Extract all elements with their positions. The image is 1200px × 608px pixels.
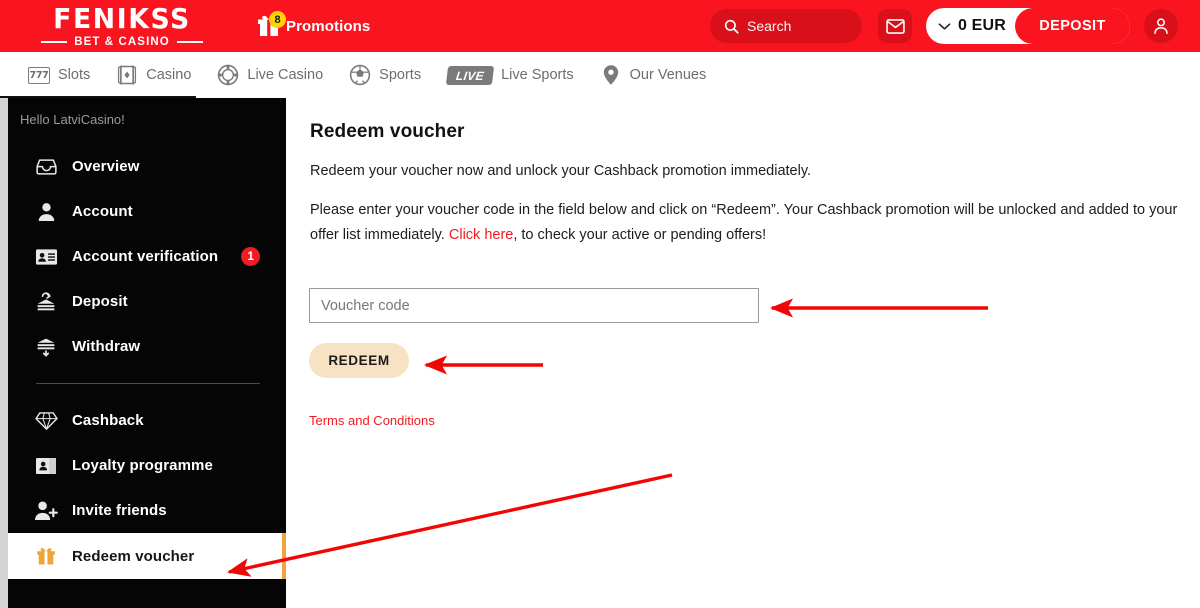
sidebar-label-account-verification: Account verification — [72, 248, 219, 265]
left-gutter — [0, 98, 8, 608]
sidebar-item-redeem-voucher[interactable]: Redeem voucher — [8, 533, 286, 579]
balance-amount: 0 EUR — [957, 17, 1007, 34]
gift-icon: 8 — [256, 11, 286, 38]
main-navigation: 777 Slots Casino Live Casino Sports LIVE… — [0, 52, 1200, 98]
casino-chip-icon — [217, 64, 239, 86]
sidebar-item-overview[interactable]: Overview — [8, 144, 286, 189]
person-add-icon — [34, 499, 58, 523]
nav-item-slots[interactable]: 777 Slots — [28, 64, 90, 86]
chevron-down-icon[interactable] — [938, 22, 951, 31]
sidebar-label-loyalty-programme: Loyalty programme — [72, 457, 213, 474]
deposit-button[interactable]: DEPOSIT — [1015, 8, 1130, 44]
logo-wordmark: FENIKSS — [53, 1, 191, 35]
feniks-logo[interactable]: FENIKSS BET & CASINO — [24, 4, 220, 48]
promotions-label: Promotions — [286, 17, 371, 35]
promotions-count-badge: 8 — [269, 11, 286, 28]
mail-icon — [885, 18, 905, 34]
logo-rule-left — [41, 40, 68, 43]
redeem-button[interactable]: REDEEM — [309, 343, 409, 378]
sidebar-item-invite-friends[interactable]: Invite friends — [8, 488, 286, 533]
logo-subtitle-row: BET & CASINO — [24, 36, 220, 48]
inbox-icon — [34, 155, 58, 179]
account-sidebar: Hello LatviCasino! Overview Account Acco… — [8, 98, 286, 608]
messages-button[interactable] — [878, 9, 912, 43]
sidebar-greeting: Hello LatviCasino! — [20, 112, 125, 127]
balance-pill[interactable]: 0 EUR DEPOSIT — [926, 8, 1130, 44]
sidebar-item-loyalty-programme[interactable]: Loyalty programme — [8, 443, 286, 488]
nav-label-live-casino: Live Casino — [247, 67, 324, 83]
terms-and-conditions-link[interactable]: Terms and Conditions — [309, 413, 435, 428]
sidebar-item-withdraw[interactable]: Withdraw — [8, 324, 286, 369]
playing-card-icon — [116, 64, 138, 86]
search-input[interactable]: Search — [710, 9, 862, 43]
sidebar-item-account[interactable]: Account — [8, 189, 286, 234]
voucher-code-input[interactable] — [309, 288, 759, 323]
deposit-arrow-icon — [34, 290, 58, 314]
sidebar-label-withdraw: Withdraw — [72, 338, 141, 355]
nav-item-sports[interactable]: Sports — [349, 64, 421, 86]
nav-label-our-venues: Our Venues — [629, 67, 707, 83]
search-placeholder: Search — [747, 18, 792, 34]
sidebar-item-account-verification[interactable]: Account verification 1 — [8, 234, 286, 279]
promotions-button[interactable]: 8 Promotions — [256, 10, 370, 42]
sidebar-label-redeem-voucher: Redeem voucher — [72, 547, 195, 565]
instructions-text-after: , to check your active or pending offers… — [513, 227, 767, 243]
site-header: FENIKSS BET & CASINO 8 Promotions Search… — [0, 0, 1200, 52]
sidebar-item-deposit[interactable]: Deposit — [8, 279, 286, 324]
nav-item-live-sports[interactable]: LIVE Live Sports — [445, 65, 574, 85]
sidebar-label-deposit: Deposit — [72, 293, 128, 310]
map-pin-icon — [600, 64, 622, 86]
nav-label-slots: Slots — [58, 67, 91, 83]
profile-button[interactable] — [1144, 9, 1178, 43]
page-root: FENIKSS BET & CASINO 8 Promotions Search… — [0, 0, 1200, 608]
user-icon — [1154, 18, 1168, 34]
sidebar-divider — [36, 383, 260, 384]
nav-item-casino[interactable]: Casino — [116, 64, 191, 86]
main-content: Redeem voucher Redeem your voucher now a… — [286, 98, 1200, 608]
gift-icon — [34, 544, 58, 568]
loyalty-card-icon — [34, 454, 58, 478]
logo-rule-right — [176, 40, 203, 43]
page-title: Redeem voucher — [310, 121, 465, 142]
click-here-link[interactable]: Click here — [449, 227, 513, 243]
diamond-icon — [34, 409, 58, 433]
sidebar-label-overview: Overview — [72, 158, 140, 175]
sidebar-label-cashback: Cashback — [72, 412, 144, 429]
sidebar-bottom-strip — [8, 594, 286, 608]
slots-777-icon: 777 — [28, 64, 50, 86]
football-icon — [349, 64, 371, 86]
sidebar-label-invite-friends: Invite friends — [72, 502, 167, 519]
search-icon — [724, 19, 739, 34]
sidebar-item-cashback[interactable]: Cashback — [8, 398, 286, 443]
withdraw-arrow-icon — [34, 335, 58, 359]
nav-label-live-sports: Live Sports — [501, 67, 574, 83]
id-card-icon — [34, 245, 58, 269]
instructions-paragraph: Please enter your voucher code in the fi… — [310, 198, 1178, 248]
nav-item-live-casino[interactable]: Live Casino — [217, 64, 323, 86]
nav-label-sports: Sports — [379, 67, 422, 83]
nav-label-casino: Casino — [146, 67, 192, 83]
sidebar-label-account-verification-account: Account — [72, 203, 133, 220]
nav-item-our-venues[interactable]: Our Venues — [600, 64, 707, 86]
logo-subtitle: BET & CASINO — [74, 35, 170, 48]
person-icon — [34, 200, 58, 224]
live-badge-icon: LIVE — [445, 65, 495, 85]
account-verification-badge: 1 — [241, 247, 261, 266]
sidebar-menu: Overview Account Account verification 1 … — [8, 144, 286, 579]
intro-paragraph: Redeem your voucher now and unlock your … — [310, 163, 812, 179]
